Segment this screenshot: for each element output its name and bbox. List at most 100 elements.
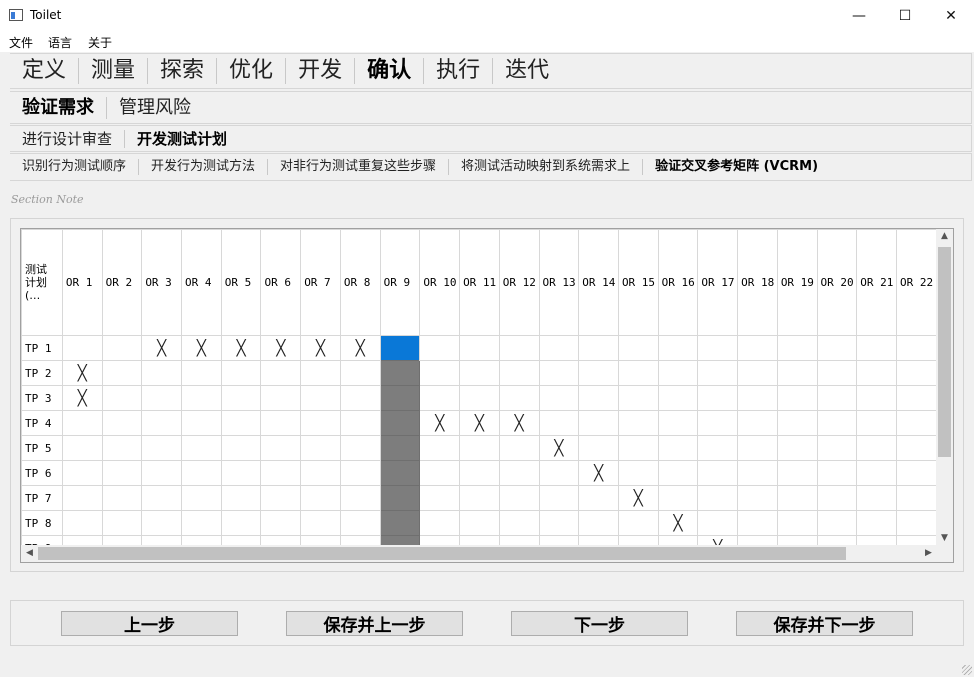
matrix-cell[interactable] (260, 435, 302, 461)
vertical-scroll-thumb[interactable] (938, 247, 951, 457)
matrix-cell[interactable] (895, 485, 937, 511)
matrix-cell[interactable] (459, 335, 500, 361)
matrix-cell[interactable] (141, 385, 183, 411)
matrix-cell[interactable] (101, 510, 143, 536)
matrix-cell[interactable] (220, 535, 262, 545)
matrix-cell[interactable] (776, 335, 818, 361)
matrix-cell[interactable] (617, 510, 659, 536)
matrix-cell[interactable] (856, 385, 897, 411)
matrix-cell[interactable] (459, 360, 500, 386)
step-tab-2[interactable]: 对非行为测试重复这些步骤 (268, 159, 450, 175)
matrix-cell[interactable]: ╳ (61, 360, 103, 386)
matrix-cell[interactable] (419, 435, 461, 461)
matrix-cell[interactable] (459, 435, 500, 461)
step-tab-4[interactable]: 验证交叉参考矩阵 (VCRM) (643, 159, 830, 175)
matrix-cell[interactable] (379, 360, 421, 386)
matrix-cell[interactable] (181, 510, 222, 536)
phase-tab-5[interactable]: 确认 (355, 58, 425, 84)
matrix-cell[interactable] (657, 460, 699, 486)
matrix-cell[interactable] (816, 385, 858, 411)
matrix-cell[interactable] (498, 335, 540, 361)
matrix-cell[interactable] (61, 485, 103, 511)
matrix-cell[interactable] (776, 360, 818, 386)
matrix-cell[interactable] (220, 410, 262, 436)
matrix-cell[interactable] (339, 360, 381, 386)
matrix-cell[interactable] (419, 360, 461, 386)
matrix-cell[interactable] (61, 335, 103, 361)
matrix-cell[interactable] (101, 535, 143, 545)
maximize-button[interactable]: ☐ (882, 0, 928, 31)
vertical-scrollbar[interactable]: ▲ ▼ (936, 229, 953, 545)
matrix-cell[interactable] (538, 485, 580, 511)
matrix-cell[interactable] (101, 385, 143, 411)
row-header[interactable]: TP 4 (21, 410, 63, 436)
matrix-cell[interactable] (856, 460, 897, 486)
matrix-cell[interactable] (220, 385, 262, 411)
column-header[interactable]: OR 1 (61, 229, 103, 336)
matrix-cell[interactable] (538, 385, 580, 411)
matrix-cell[interactable] (617, 385, 659, 411)
matrix-cell[interactable] (101, 485, 143, 511)
matrix-cell[interactable] (895, 435, 937, 461)
matrix-cell[interactable] (538, 535, 580, 545)
matrix-cell[interactable] (260, 485, 302, 511)
matrix-corner-header[interactable]: 测试计划 (… (21, 229, 63, 336)
matrix-cell[interactable] (300, 385, 341, 411)
matrix-cell[interactable] (300, 510, 341, 536)
matrix-cell[interactable] (339, 460, 381, 486)
matrix-cell[interactable] (737, 335, 778, 361)
row-header[interactable]: TP 6 (21, 460, 63, 486)
matrix-cell[interactable] (379, 335, 421, 361)
scroll-left-icon[interactable]: ◀ (21, 548, 38, 558)
matrix-cell[interactable] (379, 410, 421, 436)
matrix-cell[interactable] (895, 510, 937, 536)
sub-sub-tab-0[interactable]: 进行设计审查 (10, 129, 126, 148)
matrix-cell[interactable] (776, 460, 818, 486)
matrix-cell[interactable] (617, 460, 659, 486)
matrix-cell[interactable] (895, 460, 937, 486)
save-prev-button[interactable]: 保存并上一步 (286, 611, 463, 636)
matrix-cell[interactable] (181, 360, 222, 386)
matrix-cell[interactable] (697, 360, 739, 386)
matrix-cell[interactable] (578, 435, 619, 461)
phase-tab-6[interactable]: 执行 (424, 58, 494, 84)
matrix-cell[interactable] (498, 460, 540, 486)
menu-file[interactable]: 文件 (9, 34, 33, 51)
matrix-cell[interactable] (459, 535, 500, 545)
matrix-cell[interactable] (776, 535, 818, 545)
matrix-cell[interactable] (776, 435, 818, 461)
menu-about[interactable]: 关于 (88, 34, 112, 51)
matrix-cell[interactable]: ╳ (260, 335, 302, 361)
matrix-cell[interactable] (816, 460, 858, 486)
phase-tab-4[interactable]: 开发 (286, 58, 356, 84)
row-header[interactable]: TP 1 (21, 335, 63, 361)
matrix-cell[interactable] (737, 535, 778, 545)
matrix-cell[interactable] (101, 410, 143, 436)
matrix-cell[interactable] (697, 460, 739, 486)
matrix-cell[interactable] (657, 385, 699, 411)
column-header[interactable]: OR 10 (419, 229, 461, 336)
scroll-down-icon[interactable]: ▼ (936, 533, 953, 543)
matrix-cell[interactable] (220, 460, 262, 486)
matrix-cell[interactable] (300, 485, 341, 511)
matrix-cell[interactable] (260, 410, 302, 436)
matrix-cell[interactable] (419, 535, 461, 545)
matrix-cell[interactable] (141, 360, 183, 386)
matrix-cell[interactable] (181, 535, 222, 545)
matrix-cell[interactable]: ╳ (181, 335, 222, 361)
matrix-cell[interactable] (617, 435, 659, 461)
column-header[interactable]: OR 4 (181, 229, 222, 336)
matrix-cell[interactable] (776, 410, 818, 436)
matrix-cell[interactable] (737, 435, 778, 461)
column-header[interactable]: OR 5 (220, 229, 262, 336)
matrix-cell[interactable] (617, 410, 659, 436)
matrix-cell[interactable] (776, 385, 818, 411)
column-header[interactable]: OR 14 (578, 229, 619, 336)
matrix-cell[interactable] (181, 410, 222, 436)
matrix-cell[interactable] (578, 510, 619, 536)
matrix-cell[interactable] (737, 460, 778, 486)
matrix-cell[interactable] (617, 335, 659, 361)
matrix-cell[interactable] (61, 510, 103, 536)
horizontal-scrollbar[interactable]: ◀ ▶ (21, 545, 937, 562)
column-header[interactable]: OR 17 (697, 229, 739, 336)
